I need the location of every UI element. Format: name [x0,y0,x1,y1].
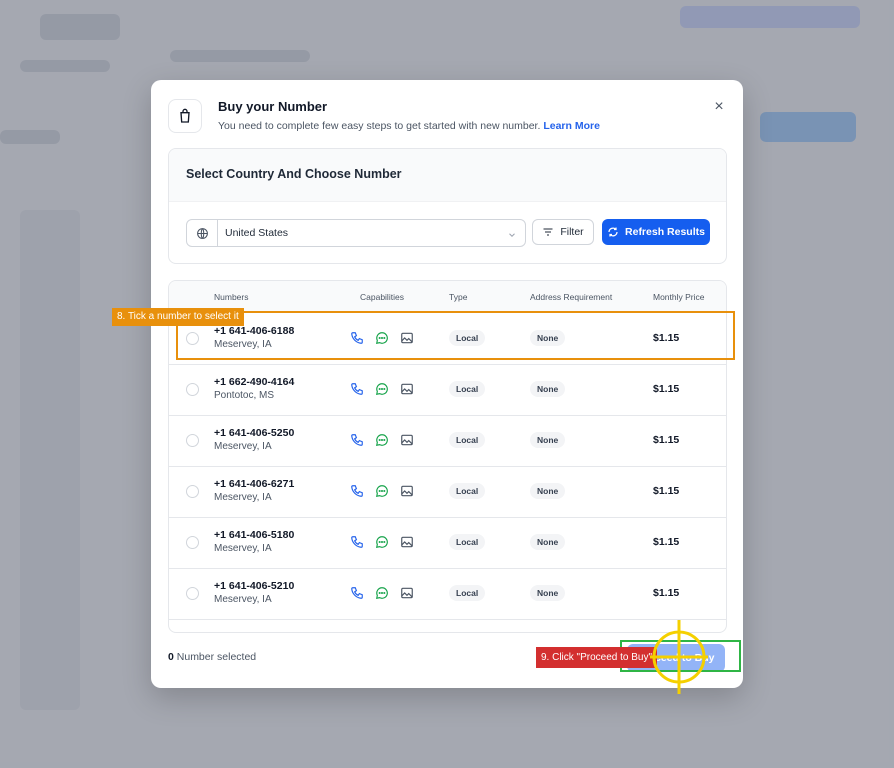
type-badge: Local [449,534,486,550]
phone-icon [350,382,364,396]
selected-count-text: 0 Number selected [168,651,256,663]
phone-icon [350,535,364,549]
row-radio[interactable] [186,434,199,447]
country-select[interactable]: United States [186,219,526,247]
mms-icon [400,382,414,396]
filter-button[interactable]: Filter [532,219,594,245]
col-address: Address Requirement [530,292,613,302]
col-type: Type [449,292,468,302]
step8-label: 8. Tick a number to select it [112,308,244,326]
number-location: Meservey, IA [214,441,272,452]
address-badge: None [530,585,566,601]
number-location: Meservey, IA [214,543,272,554]
sms-icon [375,586,389,600]
phone-number: +1 641-406-5210 [214,580,295,592]
chevron-down-icon [507,227,517,245]
table-row[interactable]: +1 641-406-6271 Meservey, IA Local None … [169,466,726,518]
buy-number-modal: Buy your Number You need to complete few… [151,80,743,688]
mms-icon [400,586,414,600]
phone-icon [350,586,364,600]
shopping-bag-icon [168,99,202,133]
sms-icon [375,535,389,549]
filter-icon [543,228,553,236]
mms-icon [400,535,414,549]
refresh-label: Refresh Results [625,226,705,238]
type-badge: Local [449,585,486,601]
selected-count: 0 [168,651,174,663]
globe-icon [187,220,218,246]
row-radio[interactable] [186,485,199,498]
table-row[interactable]: +1 641-406-5180 Meservey, IA Local None … [169,517,726,569]
table-row[interactable]: +1 641-406-5210 Meservey, IA Local None … [169,568,726,620]
number-location: Meservey, IA [214,492,272,503]
type-badge: Local [449,381,486,397]
modal-subtitle-text: You need to complete few easy steps to g… [218,120,541,132]
country-selector-card: Select Country And Choose Number United … [168,148,727,264]
sms-icon [375,484,389,498]
country-value: United States [225,227,289,239]
learn-more-link[interactable]: Learn More [543,120,600,132]
row-radio[interactable] [186,536,199,549]
address-badge: None [530,381,566,397]
type-badge: Local [449,432,486,448]
monthly-price: $1.15 [653,587,680,599]
mms-icon [400,433,414,447]
monthly-price: $1.15 [653,536,680,548]
selected-label: Number selected [176,651,257,663]
table-header: Numbers Capabilities Type Address Requir… [169,281,726,313]
phone-number: +1 641-406-6271 [214,478,295,490]
col-numbers: Numbers [214,292,249,302]
refresh-icon [608,227,618,237]
phone-number: +1 641-406-5180 [214,529,295,541]
monthly-price: $1.15 [653,434,680,446]
table-row[interactable]: +1 662-490-4164 Pontotoc, MS Local None … [169,364,726,416]
mms-icon [400,484,414,498]
address-badge: None [530,483,566,499]
phone-number: +1 662-490-4164 [214,376,295,388]
close-icon[interactable]: × [711,99,727,115]
address-badge: None [530,432,566,448]
step8-highlight-box [176,311,735,360]
sms-icon [375,433,389,447]
click-target-crosshair-icon [650,620,708,694]
filter-label: Filter [560,226,584,238]
card-title: Select Country And Choose Number [186,167,402,181]
col-capabilities: Capabilities [360,292,404,302]
col-price: Monthly Price [653,292,705,302]
row-radio[interactable] [186,587,199,600]
type-badge: Local [449,483,486,499]
number-location: Pontotoc, MS [214,390,275,401]
modal-subtitle: You need to complete few easy steps to g… [218,120,600,132]
sms-icon [375,382,389,396]
address-badge: None [530,534,566,550]
monthly-price: $1.15 [653,383,680,395]
phone-icon [350,433,364,447]
modal-title: Buy your Number [218,99,328,114]
step9-label: 9. Click "Proceed to Buy" [536,647,658,668]
number-location: Meservey, IA [214,594,272,605]
phone-icon [350,484,364,498]
row-radio[interactable] [186,383,199,396]
refresh-results-button[interactable]: Refresh Results [602,219,710,245]
phone-number: +1 641-406-5250 [214,427,295,439]
table-row[interactable]: +1 641-406-5250 Meservey, IA Local None … [169,415,726,467]
monthly-price: $1.15 [653,485,680,497]
